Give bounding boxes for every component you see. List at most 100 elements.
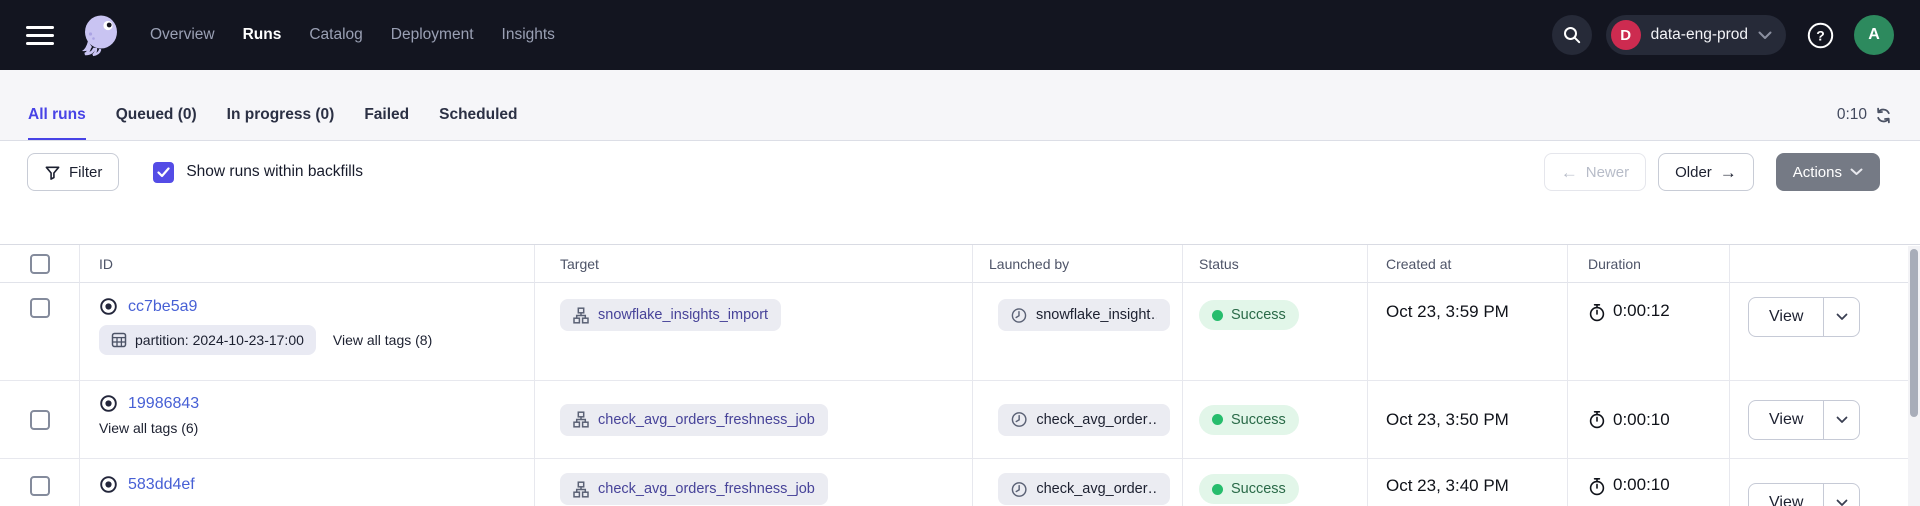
help-button[interactable]: ? — [1800, 15, 1840, 55]
target-pill[interactable]: snowflake_insights_import — [560, 299, 781, 331]
search-button[interactable] — [1552, 15, 1592, 55]
schedule-clock-icon — [1011, 481, 1027, 498]
nav-item-insights[interactable]: Insights — [502, 26, 555, 44]
column-header-actions — [1730, 245, 1920, 283]
actions-button-label: Actions — [1793, 164, 1842, 181]
launched-by-pill[interactable]: check_avg_order… — [998, 473, 1170, 505]
help-icon: ? — [1807, 22, 1834, 49]
row-checkbox-cell — [0, 283, 80, 381]
success-dot-icon — [1212, 414, 1223, 425]
vertical-scrollbar-thumb[interactable] — [1910, 249, 1918, 417]
target-cell: snowflake_insights_import — [535, 283, 973, 381]
view-all-tags-link[interactable]: View all tags (6) — [99, 420, 198, 436]
duration-value: 0:00:10 — [1613, 475, 1670, 495]
nav-item-catalog[interactable]: Catalog — [309, 26, 362, 44]
status-badge[interactable]: Success — [1199, 300, 1299, 330]
filter-button[interactable]: Filter — [27, 153, 119, 191]
view-button[interactable]: View — [1749, 484, 1823, 506]
arrow-right-icon: → — [1720, 164, 1737, 181]
tab-queued[interactable]: Queued (0) — [116, 106, 197, 140]
show-backfills-checkbox[interactable] — [153, 162, 174, 183]
user-avatar[interactable]: A — [1854, 15, 1894, 55]
success-dot-icon — [1212, 310, 1223, 321]
view-button[interactable]: View — [1749, 401, 1823, 439]
status-badge[interactable]: Success — [1199, 405, 1299, 435]
partition-tag[interactable]: partition: 2024-10-23-17:00 — [99, 325, 316, 355]
view-cell: View — [1730, 283, 1920, 381]
status-cell: Success — [1183, 459, 1368, 506]
nav-links: Overview Runs Catalog Deployment Insight… — [150, 26, 555, 44]
dagster-octopus-logo[interactable] — [78, 13, 122, 57]
job-graph-icon — [573, 307, 589, 324]
select-all-checkbox[interactable] — [30, 254, 50, 274]
tab-all-runs[interactable]: All runs — [28, 106, 86, 140]
chevron-down-icon — [1850, 168, 1863, 176]
tab-failed[interactable]: Failed — [364, 106, 409, 140]
target-pill[interactable]: check_avg_orders_freshness_job — [560, 473, 828, 505]
backfills-toggle: Show runs within backfills — [153, 153, 363, 191]
status-label: Success — [1231, 412, 1286, 428]
run-id-link[interactable]: 19986843 — [128, 395, 199, 413]
older-button[interactable]: Older → — [1658, 153, 1754, 191]
view-dropdown-button[interactable] — [1823, 484, 1859, 506]
created-at-cell: Oct 23, 3:50 PM — [1368, 381, 1568, 459]
run-status-icon — [99, 475, 118, 494]
stopwatch-icon — [1588, 410, 1606, 429]
view-split-button: View — [1748, 400, 1860, 440]
toolbar-right: ← Newer Older → Actions — [1544, 153, 1880, 191]
launched-by-pill[interactable]: snowflake_insight… — [998, 299, 1170, 331]
view-all-tags-link[interactable]: View all tags (8) — [333, 332, 432, 348]
nav-item-runs[interactable]: Runs — [243, 26, 282, 44]
view-split-button: View — [1748, 483, 1860, 506]
run-id-cell: 19986843 View all tags (6) — [80, 381, 535, 459]
run-id-link[interactable]: cc7be5a9 — [128, 298, 197, 316]
job-graph-icon — [573, 411, 589, 428]
tab-in-progress[interactable]: In progress (0) — [227, 106, 335, 140]
row-checkbox[interactable] — [30, 298, 50, 318]
actions-button[interactable]: Actions — [1776, 153, 1880, 191]
arrow-left-icon: ← — [1561, 164, 1578, 181]
refresh-icon[interactable] — [1875, 107, 1892, 124]
runs-tab-bar: All runs Queued (0) In progress (0) Fail… — [0, 70, 1920, 141]
newer-button[interactable]: ← Newer — [1544, 153, 1646, 191]
target-pill[interactable]: check_avg_orders_freshness_job — [560, 404, 828, 436]
run-row: cc7be5a9 partition: 2024-10-23-17:00 Vie… — [0, 283, 1920, 381]
workspace-switcher[interactable]: D data-eng-prod — [1606, 15, 1786, 55]
show-backfills-label[interactable]: Show runs within backfills — [186, 163, 363, 181]
run-id-link[interactable]: 583dd4ef — [128, 476, 195, 494]
column-header-target: Target — [535, 245, 973, 283]
column-header-launched-by: Launched by — [973, 245, 1183, 283]
view-button[interactable]: View — [1749, 298, 1823, 336]
run-status-icon — [99, 297, 118, 316]
schedule-clock-icon — [1011, 307, 1027, 324]
view-dropdown-button[interactable] — [1823, 298, 1859, 336]
row-checkbox[interactable] — [30, 476, 50, 496]
partition-grid-icon — [111, 332, 127, 348]
duration-value: 0:00:10 — [1613, 410, 1670, 430]
launched-by-cell: snowflake_insight… — [973, 283, 1183, 381]
nav-item-deployment[interactable]: Deployment — [391, 26, 474, 44]
tab-scheduled[interactable]: Scheduled — [439, 106, 517, 140]
column-header-created-at: Created at — [1368, 245, 1568, 283]
nav-right: D data-eng-prod ? A — [1552, 15, 1894, 55]
filter-funnel-icon — [44, 164, 61, 181]
vertical-scrollbar-track[interactable] — [1908, 246, 1920, 506]
top-nav: Overview Runs Catalog Deployment Insight… — [0, 0, 1920, 70]
view-dropdown-button[interactable] — [1823, 401, 1859, 439]
filter-button-label: Filter — [69, 164, 102, 181]
hamburger-menu-icon[interactable] — [26, 26, 54, 45]
job-graph-icon — [573, 481, 589, 498]
row-checkbox[interactable] — [30, 410, 50, 430]
launched-by-pill[interactable]: check_avg_order… — [998, 404, 1170, 436]
header-checkbox-cell — [0, 245, 80, 283]
table-header-row: ID Target Launched by Status Created at … — [0, 245, 1920, 283]
nav-item-overview[interactable]: Overview — [150, 26, 215, 44]
chevron-down-icon — [1836, 416, 1848, 424]
tabs: All runs Queued (0) In progress (0) Fail… — [28, 106, 518, 140]
view-split-button: View — [1748, 297, 1860, 337]
run-id-cell: cc7be5a9 partition: 2024-10-23-17:00 Vie… — [80, 283, 535, 381]
duration-cell: 0:00:10 — [1568, 381, 1730, 459]
stopwatch-icon — [1588, 477, 1606, 496]
duration-value: 0:00:12 — [1613, 301, 1670, 321]
status-badge[interactable]: Success — [1199, 474, 1299, 504]
